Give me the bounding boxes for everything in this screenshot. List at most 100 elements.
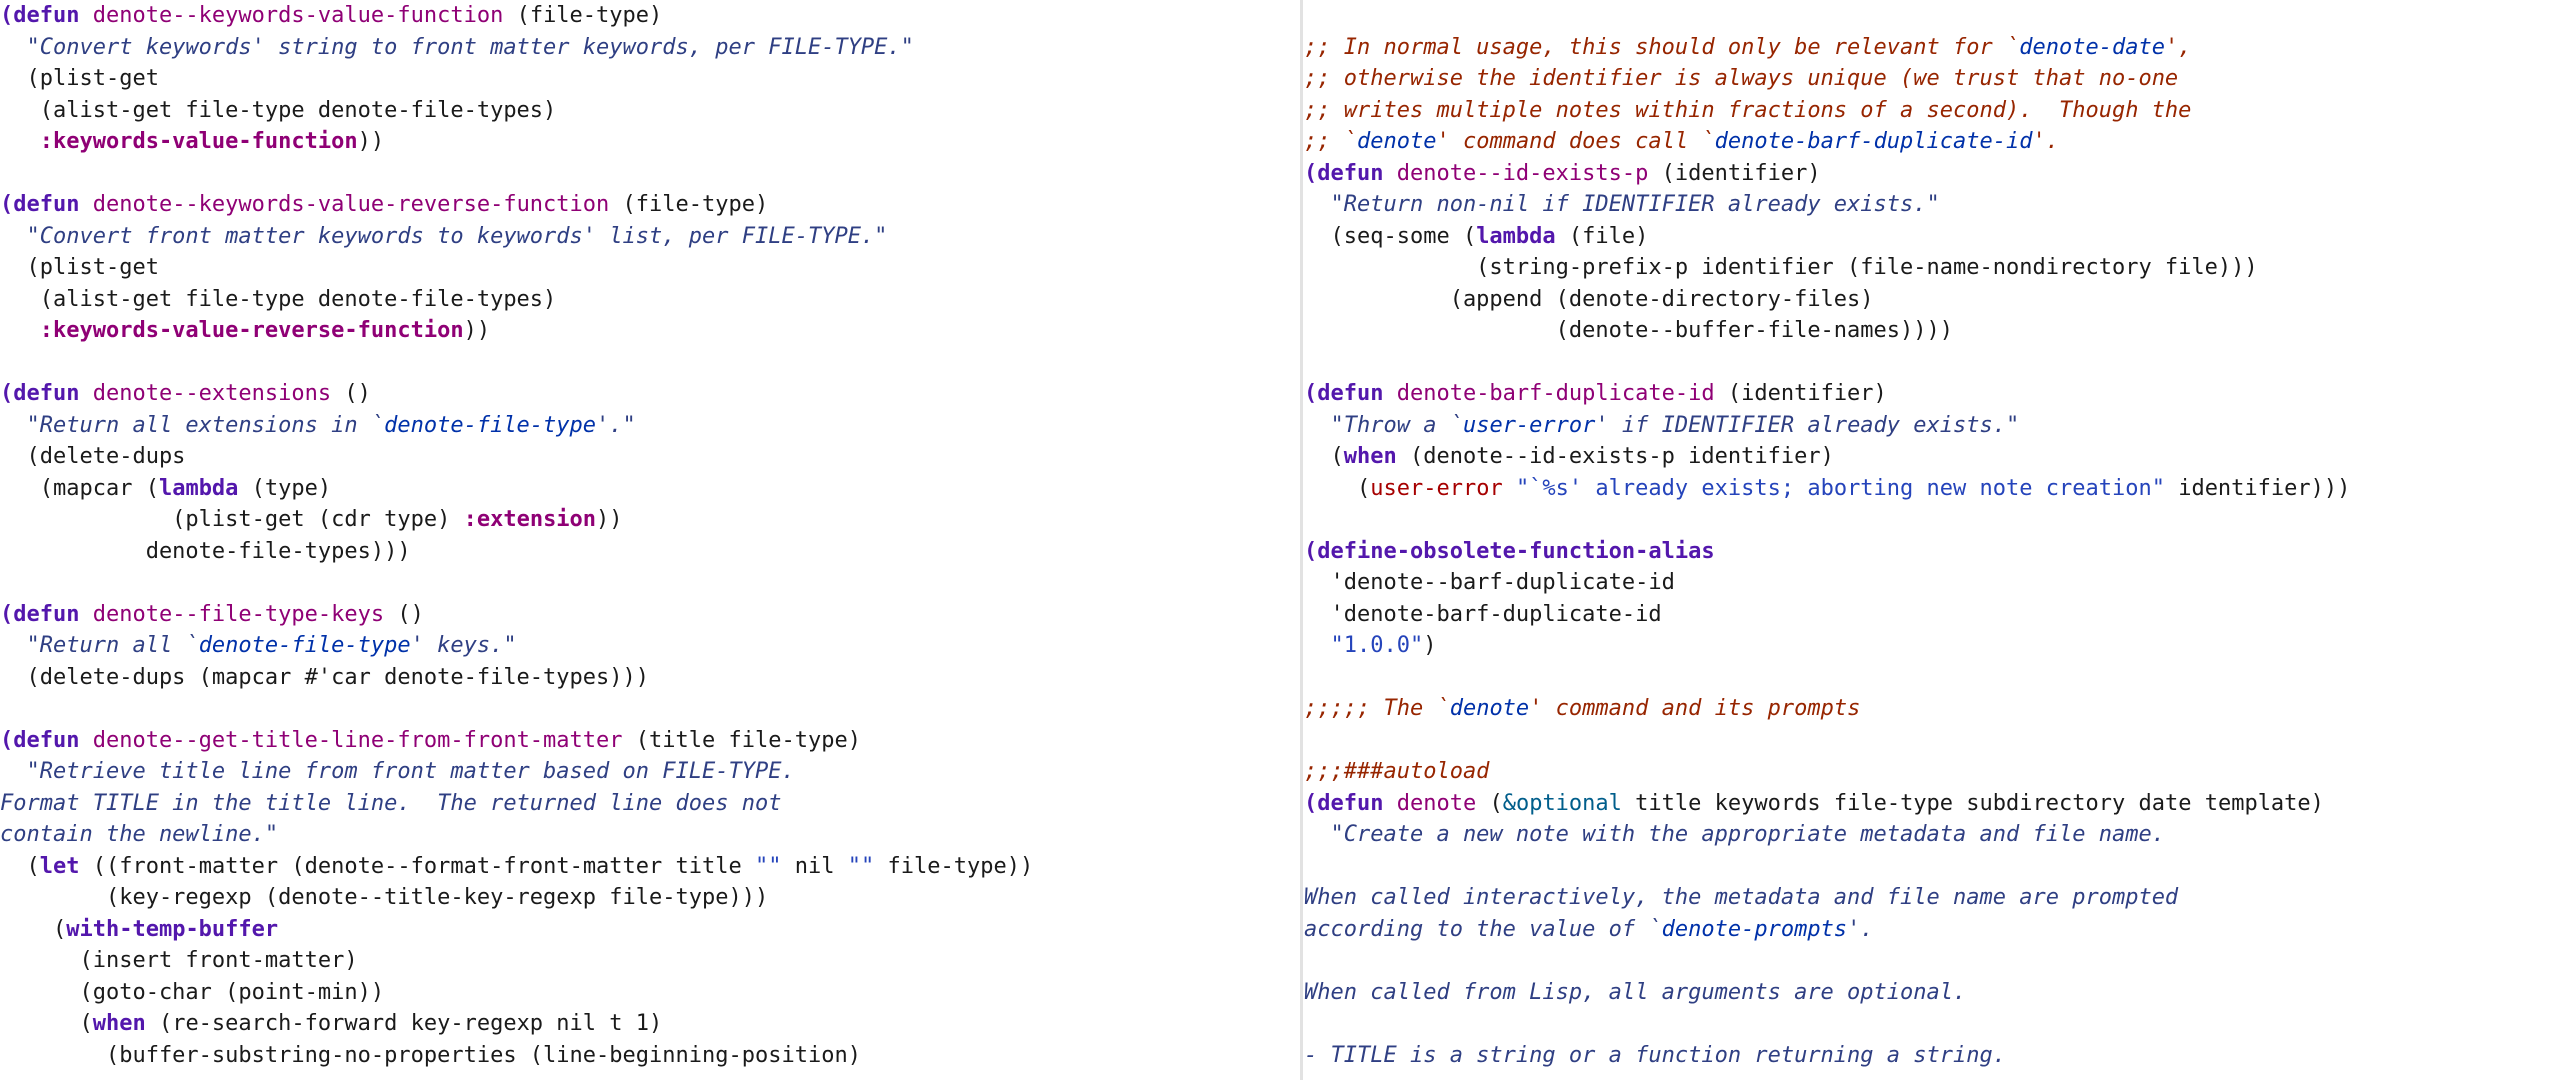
code-line[interactable]: ;; otherwise the identifier is always un… <box>1304 63 2560 95</box>
code-line[interactable]: ;;;;; The `denote' command and its promp… <box>1304 693 2560 725</box>
code-line[interactable] <box>0 347 1300 379</box>
code-line[interactable]: Format TITLE in the title line. The retu… <box>0 788 1300 820</box>
code-line[interactable]: (insert front-matter) <box>0 945 1300 977</box>
code-token-text: (goto-char (point-min)) <box>0 979 385 1005</box>
code-line[interactable]: "Convert keywords' string to front matte… <box>0 32 1300 64</box>
code-line[interactable]: (defun denote--keywords-value-reverse-fu… <box>0 189 1300 221</box>
code-token-com: ', <box>2164 34 2192 60</box>
code-line[interactable] <box>1304 662 2560 694</box>
code-buffer-left[interactable]: (defun denote--keywords-value-function (… <box>0 0 1300 1071</box>
code-line[interactable]: ;;;###autoload <box>1304 756 2560 788</box>
code-line[interactable] <box>1304 504 2560 536</box>
code-line[interactable]: When called interactively, the metadata … <box>1304 882 2560 914</box>
code-line[interactable]: "Return all `denote-file-type' keys." <box>0 630 1300 662</box>
code-line[interactable]: (when (re-search-forward key-regexp nil … <box>0 1008 1300 1040</box>
code-line[interactable]: ;; writes multiple notes within fraction… <box>1304 95 2560 127</box>
code-line[interactable]: (string-prefix-p identifier (file-name-n… <box>1304 252 2560 284</box>
code-token-str: "" <box>755 853 782 879</box>
code-line[interactable] <box>1304 945 2560 977</box>
code-line[interactable]: :keywords-value-function)) <box>0 126 1300 158</box>
code-pane-left[interactable]: (defun denote--keywords-value-function (… <box>0 0 1300 1080</box>
code-line[interactable]: (append (denote-directory-files) <box>1304 284 2560 316</box>
code-line[interactable]: "Convert front matter keywords to keywor… <box>0 221 1300 253</box>
code-token-text: (title file-type) <box>622 727 861 753</box>
code-line[interactable]: (key-regexp (denote--title-key-regexp fi… <box>0 882 1300 914</box>
code-token-com: ;; otherwise the identifier is always un… <box>1304 66 2179 91</box>
code-line[interactable]: contain the newline." <box>0 819 1300 851</box>
code-line[interactable]: "Return non-nil if IDENTIFIER already ex… <box>1304 189 2560 221</box>
code-line[interactable]: (defun denote--keywords-value-function (… <box>0 0 1300 32</box>
code-line[interactable]: (defun denote (&optional title keywords … <box>1304 788 2560 820</box>
code-buffer-right[interactable]: ;; In normal usage, this should only be … <box>1304 0 2560 1071</box>
code-line[interactable]: "1.0.0") <box>1304 630 2560 662</box>
code-token-text: (insert front-matter) <box>0 948 358 973</box>
code-token-doc: contain the newline." <box>0 822 279 847</box>
code-token-fn: denote <box>1396 790 1477 816</box>
code-token-doc: "Retrieve title line from front matter b… <box>0 759 795 784</box>
code-token-text: file-type)) <box>874 853 1034 879</box>
code-line[interactable]: (defun denote--extensions () <box>0 378 1300 410</box>
code-line[interactable]: ;; `denote' command does call `denote-ba… <box>1304 126 2560 158</box>
code-line[interactable]: "Retrieve title line from front matter b… <box>0 756 1300 788</box>
code-token-text: () <box>384 601 424 627</box>
code-token-doc: "Return all ` <box>0 633 199 658</box>
code-token-kw: lambda <box>158 475 239 501</box>
code-token-text: )) <box>463 318 491 343</box>
code-line[interactable]: (when (denote--id-exists-p identifier) <box>1304 441 2560 473</box>
code-line[interactable]: (seq-some (lambda (file) <box>1304 221 2560 253</box>
code-token-sym: :keywords-value-reverse-function <box>0 318 464 343</box>
code-line[interactable] <box>1304 725 2560 757</box>
code-token-text: (mapcar ( <box>0 475 159 501</box>
code-token-opt: &optional <box>1502 790 1622 816</box>
code-line[interactable] <box>0 567 1300 599</box>
code-line[interactable]: "Throw a `user-error' if IDENTIFIER alre… <box>1304 410 2560 442</box>
code-line[interactable] <box>0 693 1300 725</box>
code-line[interactable]: (defun denote--id-exists-p (identifier) <box>1304 158 2560 190</box>
code-line[interactable]: (defun denote--file-type-keys () <box>0 599 1300 631</box>
code-line[interactable]: (buffer-substring-no-properties (line-be… <box>0 1040 1300 1072</box>
code-token-err: user-error <box>1370 475 1503 501</box>
code-token-text: denote-file-types))) <box>0 538 411 564</box>
code-line[interactable]: (goto-char (point-min)) <box>0 977 1300 1009</box>
code-token-text: ( <box>1476 790 1503 816</box>
code-line[interactable]: (alist-get file-type denote-file-types) <box>0 284 1300 316</box>
code-line[interactable]: (defun denote--get-title-line-from-front… <box>0 725 1300 757</box>
code-token-ref: denote <box>1356 129 1437 154</box>
code-line[interactable]: (alist-get file-type denote-file-types) <box>0 95 1300 127</box>
code-line[interactable] <box>1304 851 2560 883</box>
code-line[interactable]: (denote--buffer-file-names)))) <box>1304 315 2560 347</box>
code-token-kw: lambda <box>1476 223 1556 249</box>
code-token-doc: '. <box>1847 916 1874 942</box>
code-line[interactable]: (with-temp-buffer <box>0 914 1300 946</box>
code-pane-right[interactable]: ;; In normal usage, this should only be … <box>1304 0 2560 1080</box>
code-line[interactable] <box>1304 0 2560 32</box>
code-line[interactable]: - TITLE is a string or a function return… <box>1304 1040 2560 1072</box>
code-line[interactable]: 'denote-barf-duplicate-id <box>1304 599 2560 631</box>
code-line[interactable]: (plist-get <box>0 252 1300 284</box>
code-line[interactable]: (define-obsolete-function-alias <box>1304 536 2560 568</box>
code-line[interactable]: (defun denote-barf-duplicate-id (identif… <box>1304 378 2560 410</box>
code-token-text: (denote--id-exists-p identifier) <box>1396 444 1834 469</box>
code-line[interactable]: "Return all extensions in `denote-file-t… <box>0 410 1300 442</box>
code-line[interactable]: (user-error "`%s' already exists; aborti… <box>1304 473 2560 505</box>
code-line[interactable]: When called from Lisp, all arguments are… <box>1304 977 2560 1009</box>
code-line[interactable]: (let ((front-matter (denote--format-fron… <box>0 851 1300 883</box>
code-line[interactable]: according to the value of `denote-prompt… <box>1304 914 2560 946</box>
code-token-fn: denote--id-exists-p <box>1396 160 1649 186</box>
code-line[interactable]: :keywords-value-reverse-function)) <box>0 315 1300 347</box>
code-line[interactable]: (plist-get <box>0 63 1300 95</box>
code-line[interactable]: 'denote--barf-duplicate-id <box>1304 567 2560 599</box>
code-token-text: (identifier) <box>1648 160 1821 186</box>
code-line[interactable]: denote-file-types))) <box>0 536 1300 568</box>
code-line[interactable]: (delete-dups <box>0 441 1300 473</box>
code-line[interactable]: (plist-get (cdr type) :extension)) <box>0 504 1300 536</box>
code-token-ref: denote-file-type <box>384 412 597 438</box>
code-line[interactable] <box>1304 1008 2560 1040</box>
code-line[interactable]: "Create a new note with the appropriate … <box>1304 819 2560 851</box>
code-line[interactable] <box>0 158 1300 190</box>
code-line[interactable]: (delete-dups (mapcar #'car denote-file-t… <box>0 662 1300 694</box>
code-line[interactable]: ;; In normal usage, this should only be … <box>1304 32 2560 64</box>
code-line[interactable] <box>1304 347 2560 379</box>
code-line[interactable]: (mapcar (lambda (type) <box>0 473 1300 505</box>
window-divider[interactable] <box>1300 0 1303 1080</box>
